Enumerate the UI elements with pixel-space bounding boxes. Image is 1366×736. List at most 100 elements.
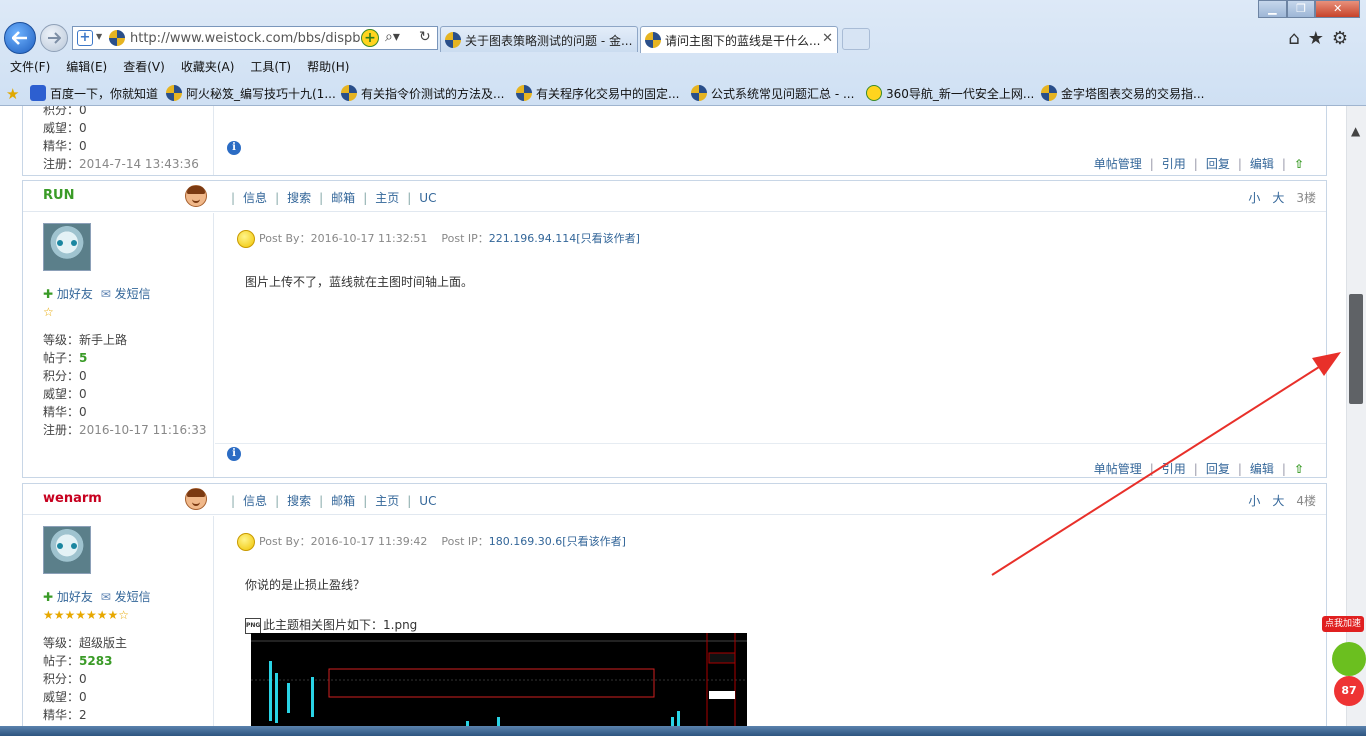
post-previous: 积分：0 威望：0 精华：0 注册：2014-7-14 13:43:36 i 单… [22,106,1327,176]
favorite-item[interactable]: 有关指令价测试的方法及... [341,85,504,102]
quote-link[interactable]: 引用 [1162,157,1186,171]
author-stats: 等级：超级版主 帖子：5283 积分：0 威望：0 精华：2 [43,636,128,722]
favorite-item[interactable]: 百度一下，你就知道 [30,85,158,102]
post-floor-3: RUN | 信息 | 搜索 | 邮箱 | 主页 | UC 小大 3楼 ✚ 加好友 ✉ 发短信 ☆ 等… [22,180,1327,478]
compat-view-icon[interactable]: + [77,30,93,46]
info-icon[interactable]: i [227,141,241,155]
home-icon[interactable]: ⌂ [1288,28,1307,49]
font-large-link[interactable]: 大 [1272,494,1284,508]
manage-post-link[interactable]: 单帖管理 [1094,462,1142,476]
tab-2-active[interactable]: 请问主图下的蓝线是干什么... ✕ [640,26,838,53]
forward-button[interactable] [40,24,68,52]
quote-link[interactable]: 引用 [1162,462,1186,476]
floor-number: 4楼 [1296,494,1316,508]
menu-favorites[interactable]: 收藏夹(A) [181,56,235,78]
dropdown-caret-icon[interactable]: ▼ [96,32,102,41]
attachment-link[interactable]: 此主题相关图片如下：1.png [263,618,417,632]
favorites-bar: ★ 百度一下，你就知道 阿火秘笈_编写技巧十九(1... 有关指令价测试的方法及… [0,80,1366,106]
refresh-icon[interactable]: ↻ [419,29,431,45]
go-360-icon[interactable]: + [361,29,379,47]
search-icon[interactable]: ⌕▾ [385,29,400,45]
post-time: 2016-10-17 11:32:51 [310,232,428,245]
floor-info: 小大 4楼 [1236,492,1316,509]
avatar[interactable] [43,526,91,574]
speed-up-label[interactable]: 点我加速 [1322,616,1364,632]
speed-number: 87 [1334,676,1364,706]
add-friend-link[interactable]: 加好友 [57,590,93,604]
smiley-icon [237,230,255,248]
address-bar[interactable]: + ▼ http://www.weistock.com/bbs/dispbbs.… [72,26,438,50]
font-small-link[interactable]: 小 [1248,494,1260,508]
favorite-item[interactable]: 金字塔图表交易的交易指... [1041,85,1204,102]
favorite-item[interactable]: 360导航_新一代安全上网... [866,85,1034,102]
new-tab-button[interactable] [842,28,870,50]
menu-help[interactable]: 帮助(H) [307,56,349,78]
back-to-top-icon[interactable]: ⇧ [1294,462,1304,476]
homepage-link[interactable]: 主页 [375,191,399,205]
only-author-link[interactable]: [只看该作者] [562,535,626,548]
info-icon[interactable]: i [227,447,241,461]
address-url[interactable]: http://www.weistock.com/bbs/dispbbs. [130,31,360,46]
floor-info: 小大 3楼 [1236,189,1316,206]
avatar[interactable] [43,223,91,271]
font-large-link[interactable]: 大 [1272,191,1284,205]
edit-link[interactable]: 编辑 [1250,157,1274,171]
post-footer: i 单帖管理 | 引用 | 回复 | 编辑 | ⇧ [215,443,1326,477]
only-author-link[interactable]: [只看该作者] [576,232,640,245]
close-tab-icon[interactable]: ✕ [822,31,833,46]
email-link[interactable]: 邮箱 [331,191,355,205]
manage-post-link[interactable]: 单帖管理 [1094,157,1142,171]
uc-link[interactable]: UC [419,191,436,205]
maximize-button[interactable]: ❐ [1286,0,1316,18]
post-header: wenarm | 信息 | 搜索 | 邮箱 | 主页 | UC 小大 4楼 [23,484,1326,515]
favorites-star-icon[interactable]: ★ [1308,28,1332,49]
uc-link[interactable]: UC [419,494,436,508]
info-link[interactable]: 信息 [243,494,267,508]
site-favicon-icon [516,85,532,101]
tab-1[interactable]: 关于图表策略测试的问题 - 金... [440,26,638,52]
favorite-item[interactable]: 有关程序化交易中的固定... [516,85,679,102]
scrollbar-thumb[interactable] [1349,294,1363,404]
window-controls: ▁ ❐ ✕ [1258,0,1361,18]
send-message-link[interactable]: 发短信 [115,590,151,604]
menu-view[interactable]: 查看(V) [123,56,165,78]
user-face-icon [185,185,207,207]
search-link[interactable]: 搜索 [287,494,311,508]
site-favicon-icon [1041,85,1057,101]
back-button[interactable] [4,22,36,54]
favorite-item[interactable]: 公式系统常见问题汇总 - ... [691,85,854,102]
favorite-item[interactable]: 阿火秘笈_编写技巧十九(1... [166,85,336,102]
png-file-icon: PNG [245,617,261,634]
menu-tools[interactable]: 工具(T) [250,56,291,78]
back-to-top-icon[interactable]: ⇧ [1294,157,1304,171]
send-message-link[interactable]: 发短信 [115,287,151,301]
minimize-button[interactable]: ▁ [1258,0,1287,18]
attached-chart-image[interactable] [251,633,747,726]
email-link[interactable]: 邮箱 [331,494,355,508]
info-link[interactable]: 信息 [243,191,267,205]
author-name[interactable]: RUN [43,188,74,203]
menu-file[interactable]: 文件(F) [10,56,50,78]
author-sidebar: ✚ 加好友 ✉ 发短信 ★★★★★★★☆ 等级：超级版主 帖子：5283 积分：… [23,516,214,726]
post-body: 图片上传不了，蓝线就在主图时间轴上面。 [245,275,474,289]
close-window-button[interactable]: ✕ [1315,0,1361,18]
add-friend-icon: ✚ [43,287,54,301]
favorites-star-icon[interactable]: ★ [6,85,19,103]
post-floor-4: wenarm | 信息 | 搜索 | 邮箱 | 主页 | UC 小大 4楼 ✚ 加好友 ✉ 发短信 … [22,483,1327,726]
forward-arrow-icon [48,32,61,44]
add-friend-link[interactable]: 加好友 [57,287,93,301]
tools-gear-icon[interactable]: ⚙ [1332,28,1356,49]
search-link[interactable]: 搜索 [287,191,311,205]
font-small-link[interactable]: 小 [1248,191,1260,205]
reply-link[interactable]: 回复 [1206,462,1230,476]
scroll-up-icon[interactable]: ▲ [1351,124,1360,138]
speed-up-widget[interactable]: 点我加速 87 [1322,616,1366,706]
site-favicon-icon [109,30,125,46]
edit-link[interactable]: 编辑 [1250,462,1274,476]
menu-edit[interactable]: 编辑(E) [66,56,107,78]
post-meta: Post By：2016-10-17 11:32:51 Post IP：221.… [237,230,640,248]
author-actions: ✚ 加好友 ✉ 发短信 [43,285,151,302]
author-name[interactable]: wenarm [43,491,102,506]
reply-link[interactable]: 回复 [1206,157,1230,171]
homepage-link[interactable]: 主页 [375,494,399,508]
